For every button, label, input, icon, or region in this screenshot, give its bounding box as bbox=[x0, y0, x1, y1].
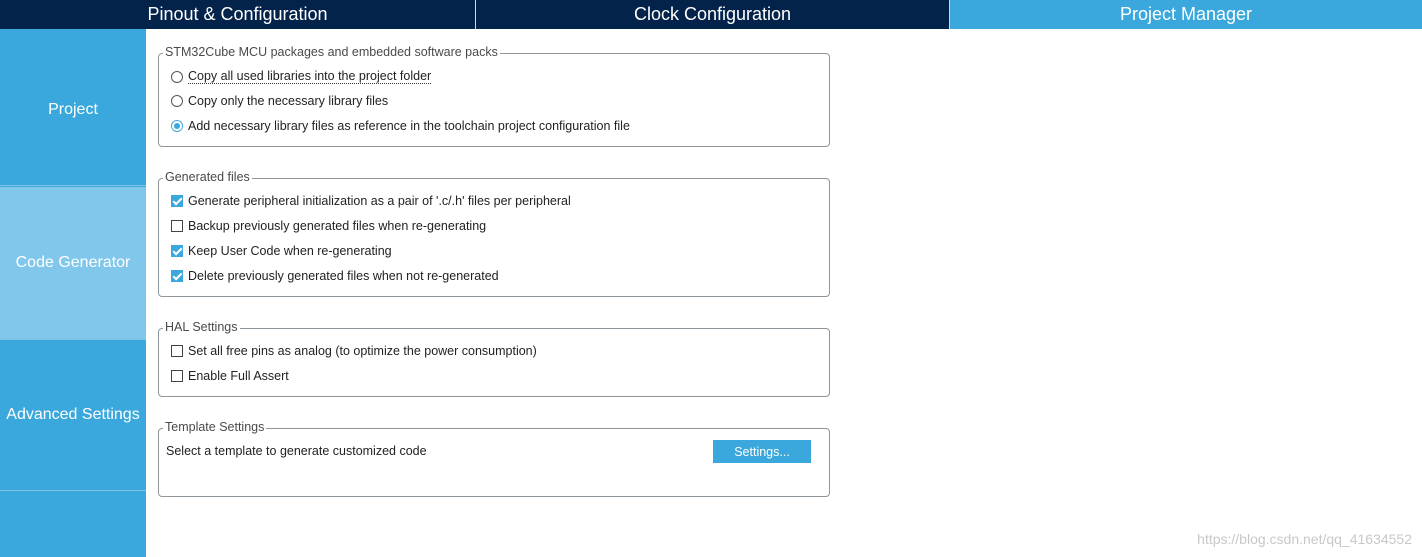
option-label: Delete previously generated files when n… bbox=[188, 269, 499, 283]
settings-button[interactable]: Settings... bbox=[713, 440, 811, 463]
generated-files-group: Generated files Generate peripheral init… bbox=[158, 170, 830, 297]
packs-group: STM32Cube MCU packages and embedded soft… bbox=[158, 45, 830, 147]
template-description: Select a template to generate customized… bbox=[166, 444, 427, 458]
checkbox-delete-previous[interactable]: Delete previously generated files when n… bbox=[171, 269, 499, 283]
tab-clock-configuration[interactable]: Clock Configuration bbox=[476, 0, 950, 29]
top-tabs: Pinout & Configuration Clock Configurati… bbox=[0, 0, 1422, 29]
checkbox[interactable] bbox=[171, 245, 183, 257]
sidebar-item-code-generator[interactable]: Code Generator bbox=[0, 187, 146, 340]
checkbox-generate-pair[interactable]: Generate peripheral initialization as a … bbox=[171, 194, 571, 208]
option-label: Add necessary library files as reference… bbox=[188, 119, 630, 133]
tab-pinout-configuration[interactable]: Pinout & Configuration bbox=[0, 0, 476, 29]
radio-button[interactable] bbox=[171, 95, 183, 107]
sidebar: Project Code Generator Advanced Settings bbox=[0, 34, 146, 557]
radio-copy-necessary[interactable]: Copy only the necessary library files bbox=[171, 94, 388, 108]
watermark: https://blog.csdn.net/qq_41634552 bbox=[1197, 531, 1412, 547]
checkbox[interactable] bbox=[171, 195, 183, 207]
checkbox[interactable] bbox=[171, 220, 183, 232]
option-label: Generate peripheral initialization as a … bbox=[188, 194, 571, 208]
template-settings-group: Template Settings Select a template to g… bbox=[158, 420, 830, 497]
checkbox-full-assert[interactable]: Enable Full Assert bbox=[171, 369, 289, 383]
checkbox[interactable] bbox=[171, 370, 183, 382]
group-title: STM32Cube MCU packages and embedded soft… bbox=[163, 45, 500, 59]
group-title: Template Settings bbox=[163, 420, 267, 434]
radio-button[interactable] bbox=[171, 120, 183, 132]
radio-add-reference[interactable]: Add necessary library files as reference… bbox=[171, 119, 630, 133]
checkbox-backup[interactable]: Backup previously generated files when r… bbox=[171, 219, 486, 233]
sidebar-item-advanced-settings[interactable]: Advanced Settings bbox=[0, 340, 146, 491]
tab-project-manager[interactable]: Project Manager bbox=[950, 0, 1422, 29]
checkbox-keep-user-code[interactable]: Keep User Code when re-generating bbox=[171, 244, 392, 258]
hal-settings-group: HAL Settings Set all free pins as analog… bbox=[158, 320, 830, 397]
sidebar-item-project[interactable]: Project bbox=[0, 34, 146, 186]
checkbox-free-pins-analog[interactable]: Set all free pins as analog (to optimize… bbox=[171, 344, 537, 358]
group-title: Generated files bbox=[163, 170, 252, 184]
option-label: Keep User Code when re-generating bbox=[188, 244, 392, 258]
group-title: HAL Settings bbox=[163, 320, 240, 334]
radio-button[interactable] bbox=[171, 70, 183, 83]
option-label: Copy only the necessary library files bbox=[188, 94, 389, 108]
checkbox[interactable] bbox=[171, 345, 183, 357]
option-label: Backup previously generated files when r… bbox=[188, 219, 487, 233]
radio-copy-all[interactable]: Copy all used libraries into the project… bbox=[171, 69, 432, 84]
option-label: Copy all used libraries into the project… bbox=[188, 69, 432, 84]
option-label: Enable Full Assert bbox=[188, 369, 289, 383]
option-label: Set all free pins as analog (to optimize… bbox=[188, 344, 537, 358]
divider bbox=[0, 29, 1422, 34]
checkbox[interactable] bbox=[171, 270, 183, 282]
